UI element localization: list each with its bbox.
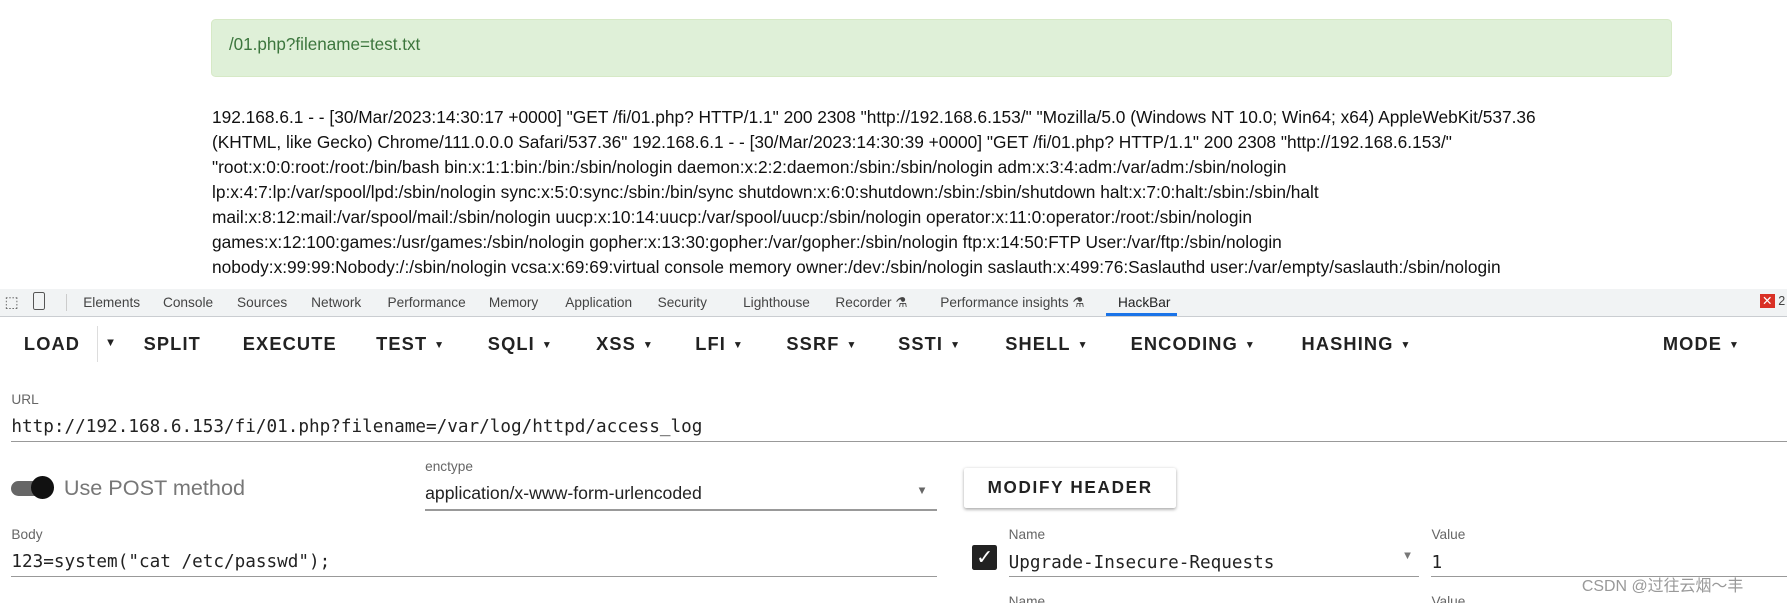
split-button[interactable]: SPLIT (144, 333, 201, 355)
tab-memory[interactable]: Memory (489, 295, 538, 310)
menu-label: HASHING (1301, 332, 1394, 354)
header-enabled-checkbox[interactable]: ✓ (972, 544, 998, 570)
post-toggle-knob[interactable] (30, 476, 54, 500)
log-line: "root:x:0:0:root:/root:/bin/bash bin:x:1… (211, 157, 1287, 177)
body-input[interactable]: 123=system("cat /etc/passwd"); (11, 552, 330, 572)
dropdown-arrow-icon[interactable]: ▼ (1402, 550, 1413, 562)
sqli-menu[interactable]: SQLI ▼ (488, 333, 553, 355)
caret-down-icon: ▼ (1244, 339, 1257, 351)
tab-security[interactable]: Security (658, 295, 707, 310)
tab-application[interactable]: Application (565, 295, 632, 310)
header-name-label: Name (1008, 593, 1046, 603)
tab-performance[interactable]: Performance (387, 295, 465, 310)
header-name-label: Name (1008, 526, 1046, 542)
dropdown-arrow-icon[interactable]: ▼ (916, 485, 927, 497)
web-page: /01.php?filename=test.txt 192.168.6.1 - … (0, 0, 1787, 289)
tab-console[interactable]: Console (163, 295, 213, 310)
tab-network[interactable]: Network (311, 295, 361, 310)
log-line: games:x:12:100:games:/usr/games:/sbin/no… (211, 232, 1282, 253)
log-line: nobody:x:99:99:Nobody:/:/sbin/nologin vc… (211, 257, 1501, 278)
menu-label: LFI (695, 332, 726, 354)
error-counter[interactable]: ✕ 2 (1759, 293, 1786, 308)
error-count: 2 (1778, 293, 1786, 308)
devtools-tabbar: ⬚ Elements Console Sources Network Perfo… (0, 289, 1787, 317)
header-value-label: Value (1431, 593, 1466, 603)
menu-label: SQLI (487, 332, 535, 354)
log-output: 192.168.6.1 - - [30/Mar/2023:14:30:17 +0… (212, 105, 1637, 281)
flask-icon: ⚗ (895, 295, 908, 311)
tab-lighthouse[interactable]: Lighthouse (743, 295, 810, 310)
caret-down-icon: ▼ (1728, 339, 1741, 351)
divider (96, 325, 98, 363)
watermark: CSDN @过往云烟～丰 (1581, 578, 1744, 596)
caret-down-icon: ▼ (434, 339, 446, 351)
ssrf-menu[interactable]: SSRF ▼ (786, 333, 857, 355)
menu-label: MODE (1662, 332, 1723, 354)
caret-down-icon: ▼ (1400, 339, 1412, 351)
load-button[interactable]: LOAD (24, 333, 80, 355)
header-name-underline (1008, 575, 1419, 577)
enctype-underline (425, 509, 937, 511)
caret-down-icon: ▼ (642, 339, 655, 351)
tab-performance-insights[interactable]: Performance insights ⚗ (940, 295, 1084, 311)
tab-sources[interactable]: Sources (237, 295, 287, 310)
active-tab-indicator (1105, 313, 1178, 316)
hashing-menu[interactable]: HASHING ▼ (1302, 333, 1412, 355)
log-line: mail:x:8:12:mail:/var/spool/mail:/sbin/n… (211, 207, 1252, 228)
body-label: Body (11, 526, 43, 542)
caret-down-icon: ▼ (732, 339, 745, 351)
tab-label: Recorder (835, 295, 892, 311)
body-underline (11, 575, 937, 577)
header-name-select[interactable]: Upgrade-Insecure-Requests (1009, 553, 1275, 573)
ssti-menu[interactable]: SSTI ▼ (898, 333, 961, 355)
load-dropdown-icon[interactable]: ▼ (105, 337, 117, 349)
url-underline (11, 441, 1787, 443)
log-line: 192.168.6.1 - - [30/Mar/2023:14:30:17 +0… (211, 106, 1536, 127)
flask-icon: ⚗ (1072, 295, 1085, 311)
caret-down-icon: ▼ (949, 339, 962, 351)
error-icon: ✕ (1759, 293, 1775, 308)
tab-hackbar[interactable]: HackBar (1118, 295, 1170, 310)
menu-label: TEST (376, 332, 428, 354)
tab-elements[interactable]: Elements (83, 295, 140, 310)
menu-label: XSS (596, 332, 636, 354)
caret-down-icon: ▼ (541, 339, 553, 351)
test-menu[interactable]: TEST ▼ (376, 333, 445, 355)
result-alert: /01.php?filename=test.txt (210, 19, 1672, 78)
execute-button[interactable]: EXECUTE (243, 333, 337, 355)
lfi-menu[interactable]: LFI ▼ (695, 333, 744, 355)
modify-header-button[interactable]: MODIFY HEADER (964, 468, 1177, 509)
log-line: lp:x:4:7:lp:/var/spool/lpd:/sbin/nologin… (211, 182, 1319, 203)
inspect-element-icon[interactable]: ⬚ (5, 294, 19, 311)
screen: /01.php?filename=test.txt 192.168.6.1 - … (0, 0, 1787, 603)
post-method-label: Use POST method (63, 475, 246, 501)
caret-down-icon: ▼ (1077, 339, 1089, 351)
device-toolbar-icon[interactable] (33, 291, 46, 310)
log-line: (KHTML, like Gecko) Chrome/111.0.0.0 Saf… (211, 131, 1452, 152)
menu-label: SHELL (1005, 332, 1071, 354)
xss-menu[interactable]: XSS ▼ (596, 333, 654, 355)
url-input[interactable]: http://192.168.6.153/fi/01.php?filename=… (11, 417, 702, 437)
header-value-label: Value (1431, 526, 1466, 542)
mode-menu[interactable]: MODE ▼ (1663, 333, 1740, 355)
enctype-label: enctype (425, 459, 473, 475)
devtools-panel: ⬚ Elements Console Sources Network Perfo… (0, 289, 1787, 603)
divider (66, 294, 68, 312)
url-label: URL (11, 392, 39, 408)
encoding-menu[interactable]: ENCODING ▼ (1131, 333, 1256, 355)
hackbar-toolbar: LOAD ▼ SPLIT EXECUTE TEST ▼ SQLI ▼ XSS ▼ LF… (0, 317, 1787, 372)
menu-label: SSTI (898, 332, 944, 354)
shell-menu[interactable]: SHELL ▼ (1005, 333, 1089, 355)
enctype-select[interactable]: application/x-www-form-urlencoded (425, 483, 702, 504)
header-value-input[interactable]: 1 (1431, 553, 1442, 573)
tab-recorder[interactable]: Recorder ⚗ (835, 295, 907, 311)
caret-down-icon: ▼ (846, 339, 858, 351)
menu-label: SSRF (786, 332, 840, 354)
menu-label: ENCODING (1130, 332, 1238, 354)
tab-label: Performance insights (940, 295, 1069, 311)
